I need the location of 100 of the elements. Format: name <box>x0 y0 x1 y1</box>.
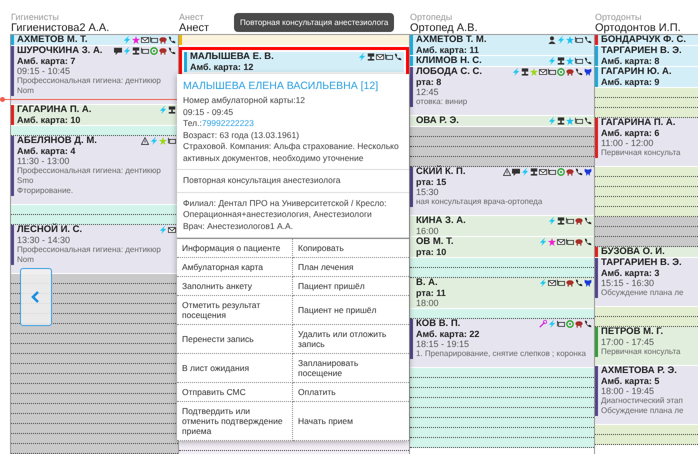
menu-item[interactable]: Подтвердить или отменить подтверждение приема <box>177 402 293 441</box>
menu-item[interactable]: Отправить СМС <box>177 383 293 402</box>
appointment-card[interactable]: ГАГАРИНА П. А. Амб. карта: 10 <box>11 105 178 126</box>
menu-item[interactable]: Заполнить анкету <box>177 277 293 296</box>
menu-item[interactable]: Отметить результат посещения <box>177 296 293 325</box>
appointment-card[interactable]: БОНДАРЧУК Ф. С. <box>595 35 698 46</box>
time-slot[interactable] <box>11 384 178 394</box>
card-number: Номер амбулаторной карты:12 <box>183 95 306 106</box>
menu-item[interactable]: Запланировать посещение <box>293 354 409 383</box>
time-slot[interactable] <box>410 127 594 137</box>
menu-item[interactable]: Оплатить <box>293 383 409 402</box>
appointment-card[interactable]: ПЕТРОВ М. Г. 17:00 - 17:45 Первичная консульта <box>595 327 698 366</box>
card-number: рта: 11 <box>416 288 446 298</box>
lightning-icon <box>358 53 366 61</box>
time-slot[interactable] <box>595 98 698 108</box>
time-slot[interactable] <box>11 344 178 354</box>
menu-item[interactable]: Пациент пришёл <box>293 277 409 296</box>
time-slot[interactable] <box>410 137 594 147</box>
time-slot[interactable] <box>179 441 409 451</box>
time-slot[interactable] <box>595 307 698 317</box>
time-slot[interactable] <box>410 147 594 157</box>
appointment-card[interactable]: ЛОБОДА С. С. рта: 8 12:45 отовка: винир <box>410 67 594 116</box>
time-slot[interactable] <box>11 126 178 136</box>
time-slot[interactable] <box>410 309 594 319</box>
appointment-card[interactable]: ТАРГАРИЕН В. Э. Амб. карта: 3 15:15 - 16:30 Обсуждение плана ле <box>595 258 698 307</box>
appointment-card[interactable]: КЛИМОВ Н. С. <box>410 56 594 67</box>
time-slot[interactable] <box>595 317 698 327</box>
appointment-card[interactable]: КОВ В. П. Амб. карта: 22 18:15 - 19:15 1. Препарирование, снятие слепков ; коронка <box>410 319 594 368</box>
envelope-icon <box>539 168 547 176</box>
appointment-card[interactable]: БУЗОВА О. И. <box>595 247 698 258</box>
appointment-card[interactable]: КИНА З. А. 16:00 <box>410 216 594 237</box>
time-slot[interactable] <box>595 435 698 445</box>
time-slot[interactable] <box>595 187 698 197</box>
time-slot[interactable] <box>595 237 698 247</box>
menu-item[interactable]: Удалить или отложить запись <box>293 325 409 354</box>
time-slot[interactable] <box>410 388 594 398</box>
time-slot[interactable] <box>11 354 178 364</box>
menu-item[interactable]: Начать прием <box>293 402 409 441</box>
appointment-card[interactable]: ОВ М. Т. рта: 10 <box>410 237 594 258</box>
time-slot[interactable] <box>595 227 698 237</box>
appointment-card[interactable]: АБЕЛЯНОВ Д. М. Амб. карта: 4 11:30 - 13:00 Профессиональная гигиена: дентикюр Smo Фторирование. <box>11 136 178 205</box>
card-number: Амб. карта: 4 <box>17 146 76 156</box>
appointment-card[interactable]: ОВА Р. Э. <box>410 116 594 127</box>
appointment-card[interactable]: АХМЕТОВ Т. М. Амб. карта: 11 <box>410 35 594 56</box>
pig-icon <box>159 36 167 44</box>
appointment-card[interactable]: ТАРГАРИЕН В. Э. Амб. карта: 8 <box>595 46 698 67</box>
time-slot[interactable] <box>410 157 594 167</box>
time-slot[interactable] <box>595 425 698 435</box>
time-slot[interactable] <box>410 428 594 438</box>
appointment-time: 15:15 - 16:30 <box>601 278 654 288</box>
menu-item[interactable]: Перенести запись <box>177 325 293 354</box>
time-slot[interactable] <box>11 394 178 404</box>
group-label: Ортодонты <box>595 12 642 22</box>
time-slot[interactable] <box>410 268 594 278</box>
time-slot[interactable] <box>595 108 698 118</box>
time-slot[interactable] <box>410 368 594 378</box>
time-slot[interactable] <box>11 374 178 384</box>
phone-icon <box>584 320 592 328</box>
time-slot[interactable] <box>410 398 594 408</box>
phone-icon <box>584 117 592 125</box>
circle-icon <box>557 168 565 176</box>
patient-name: АХМЕТОВА Р. Э. <box>601 366 677 376</box>
phone-icon <box>584 36 592 44</box>
time-slot[interactable] <box>595 88 698 98</box>
time-slot[interactable] <box>595 167 698 177</box>
lightning-icon <box>539 279 547 287</box>
menu-item[interactable]: План лечения <box>293 258 409 277</box>
time-slot[interactable] <box>11 444 178 454</box>
appointment-card[interactable]: В. А. рта: 11 18:00 <box>410 278 594 309</box>
time-slot[interactable] <box>11 324 178 334</box>
appointment-card[interactable]: АХМЕТОВ М. Т. <box>11 35 178 46</box>
time-slot[interactable] <box>410 438 594 448</box>
menu-item[interactable]: В лист ожидания <box>177 354 293 383</box>
time-slot[interactable] <box>410 408 594 418</box>
time-slot[interactable] <box>595 177 698 187</box>
time-slot[interactable] <box>11 404 178 414</box>
appointment-card[interactable]: СКИЙ К. П. рта: 15 15:30 ная консультация врача-ортопеда <box>410 167 594 216</box>
appointment-card[interactable]: ЛЕСНОЙ И. С. 13:30 - 14:30 Профессиональная гигиена: дентикюр Nom <box>11 225 178 274</box>
patient-name: ПЕТРОВ М. Г. <box>601 327 664 337</box>
menu-item[interactable]: Пациент не пришёл <box>293 296 409 325</box>
time-slot[interactable] <box>595 207 698 217</box>
time-slot[interactable] <box>595 217 698 227</box>
appointment-card[interactable]: АХМЕТОВА Р. Э. Амб. карта: 5 18:00 - 19:45 Диагностический этап Обсуждение плана ле <box>595 366 698 425</box>
time-slot[interactable] <box>410 258 594 268</box>
time-slot[interactable] <box>11 215 178 225</box>
menu-item[interactable]: Копировать <box>293 239 409 258</box>
time-slot[interactable] <box>410 418 594 428</box>
menu-item[interactable]: Амбулаторная карта <box>177 258 293 277</box>
menu-item[interactable]: Информация о пациенте <box>177 239 293 258</box>
time-slot[interactable] <box>11 434 178 444</box>
appointment-note: Профессиональная гигиена: дентикюр Smo <box>17 166 162 186</box>
appointment-card[interactable]: ГАГАРИНА П. А. Амб. карта: 6 11:00 - 12:00 Первичная консульта <box>595 118 698 167</box>
time-slot[interactable] <box>410 378 594 388</box>
time-slot[interactable] <box>11 205 178 215</box>
card-number: Амб. карта: 5 <box>601 376 660 386</box>
appointment-card[interactable]: ШУРОЧКИНА З. А. Амб. карта: 7 09:15 - 10:45 Профессиональная гигиена: дентикюр Nom <box>11 46 178 105</box>
card-icon <box>566 238 574 246</box>
appointment-card[interactable]: ГАГАРИН Ю. А. Амб. карта: 9 <box>595 67 698 88</box>
speech-bubble-icon <box>114 47 122 55</box>
time-slot[interactable] <box>595 197 698 207</box>
